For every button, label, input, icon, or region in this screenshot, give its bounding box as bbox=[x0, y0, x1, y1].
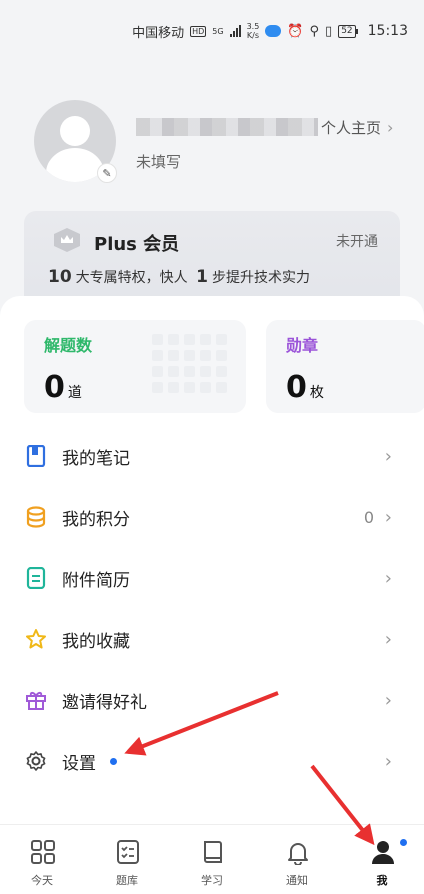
menu-item-notes[interactable]: 我的笔记 › bbox=[0, 431, 424, 481]
plus-title: Plus 会员 bbox=[94, 234, 180, 255]
status-bar: 中国移动 HD 5G 3.5 K/s ⏰ ⚲ ▯ 52 15:13 bbox=[0, 0, 424, 62]
bio-text: 未填写 bbox=[136, 153, 182, 171]
gear-icon bbox=[24, 749, 48, 773]
location-icon: ⚲ bbox=[309, 23, 320, 39]
nav-label-question-bank: 题库 bbox=[116, 874, 138, 887]
settings-notification-dot bbox=[110, 757, 117, 765]
vibrate-icon: ▯ bbox=[325, 23, 333, 39]
chevron-right-icon: › bbox=[384, 750, 392, 772]
badges-number: 0 bbox=[286, 370, 307, 405]
coins-icon bbox=[24, 505, 48, 529]
menu-label-resume: 附件简历 bbox=[62, 570, 130, 591]
notebook-icon bbox=[24, 444, 48, 468]
menu-item-settings[interactable]: 设置 › bbox=[0, 736, 424, 786]
checklist-icon bbox=[117, 840, 139, 864]
menu-label-notes: 我的笔记 bbox=[62, 448, 130, 469]
solved-number: 0 bbox=[44, 370, 65, 405]
menu-item-resume[interactable]: 附件简历 › bbox=[0, 553, 424, 603]
menu-item-invite[interactable]: 邀请得好礼 › bbox=[0, 675, 424, 725]
nav-label-study: 学习 bbox=[201, 874, 223, 887]
net-speed: 3.5 K/s bbox=[247, 22, 260, 40]
plus-desc-text1: 大专属特权，快人 bbox=[75, 270, 188, 286]
nav-study[interactable]: 学习 bbox=[170, 825, 254, 894]
nav-today[interactable]: 今天 bbox=[0, 825, 84, 894]
menu-label-points: 我的积分 bbox=[62, 509, 130, 530]
bottom-nav: 今天 题库 学习 通知 我 bbox=[0, 824, 424, 894]
battery-icon: 52 bbox=[338, 24, 358, 38]
clock: 15:13 bbox=[367, 23, 408, 39]
menu-label-invite: 邀请得好礼 bbox=[62, 692, 147, 713]
solved-value: 0道 bbox=[44, 370, 82, 405]
badges-value: 0枚 bbox=[286, 370, 324, 405]
hd-badge: HD bbox=[190, 25, 207, 37]
menu-item-points[interactable]: 我的积分 0 › bbox=[0, 492, 424, 542]
star-icon bbox=[24, 627, 48, 651]
crown-shield-icon bbox=[54, 228, 80, 252]
nav-label-me: 我 bbox=[376, 874, 388, 887]
profile-home-label: 个人主页 bbox=[321, 119, 382, 137]
plus-desc-num2: 1 bbox=[196, 267, 208, 287]
menu-value-points: 0 bbox=[363, 507, 374, 527]
cloud-icon bbox=[265, 25, 282, 37]
edit-pencil-icon[interactable]: ✎ bbox=[97, 163, 117, 183]
menu-label-settings: 设置 bbox=[62, 753, 96, 774]
username-blurred bbox=[136, 118, 318, 136]
signal-icon bbox=[229, 25, 241, 37]
menu-item-favorites[interactable]: 我的收藏 › bbox=[0, 614, 424, 664]
nav-question-bank[interactable]: 题库 bbox=[85, 825, 169, 894]
gift-icon bbox=[24, 688, 48, 712]
badges-unit: 枚 bbox=[309, 385, 324, 401]
nav-label-notifications: 通知 bbox=[286, 874, 308, 887]
battery-level: 52 bbox=[338, 24, 356, 38]
chevron-right-icon: › bbox=[387, 118, 394, 137]
resume-icon bbox=[24, 566, 48, 590]
profile-icon bbox=[372, 841, 394, 864]
chevron-right-icon: › bbox=[384, 567, 392, 589]
net-speed-value: 3.5 bbox=[246, 22, 260, 31]
badges-title: 勋章 bbox=[286, 336, 319, 355]
plus-description: 10 大专属特权，快人 1 步提升技术实力 bbox=[48, 267, 310, 287]
nav-notifications[interactable]: 通知 bbox=[255, 825, 339, 894]
nav-me-dot bbox=[400, 839, 407, 846]
chevron-right-icon: › bbox=[384, 628, 392, 650]
profile-home-link[interactable]: 个人主页 › bbox=[321, 117, 393, 138]
chevron-right-icon: › bbox=[384, 506, 392, 528]
solved-title: 解题数 bbox=[44, 336, 93, 355]
nav-label-today: 今天 bbox=[31, 874, 53, 887]
network-type: 5G bbox=[212, 26, 224, 36]
plus-desc-text2: 步提升技术实力 bbox=[211, 270, 310, 286]
plus-status: 未开通 bbox=[336, 234, 378, 250]
book-icon bbox=[204, 841, 222, 863]
plus-desc-num1: 10 bbox=[48, 267, 72, 287]
net-speed-unit: K/s bbox=[246, 31, 259, 40]
bell-icon bbox=[288, 843, 308, 865]
alarm-icon: ⏰ bbox=[287, 23, 304, 39]
badges-card[interactable]: 勋章 0枚 bbox=[266, 320, 424, 413]
carrier-label: 中国移动 bbox=[132, 25, 185, 41]
menu-label-favorites: 我的收藏 bbox=[62, 631, 130, 652]
chevron-right-icon: › bbox=[384, 445, 392, 467]
nav-me[interactable]: 我 bbox=[340, 825, 424, 894]
chevron-right-icon: › bbox=[384, 689, 392, 711]
calendar-grid-decoration bbox=[152, 334, 227, 393]
solved-count-card[interactable]: 解题数 0道 bbox=[24, 320, 246, 413]
grid-icon bbox=[31, 840, 55, 864]
solved-unit: 道 bbox=[67, 385, 82, 401]
